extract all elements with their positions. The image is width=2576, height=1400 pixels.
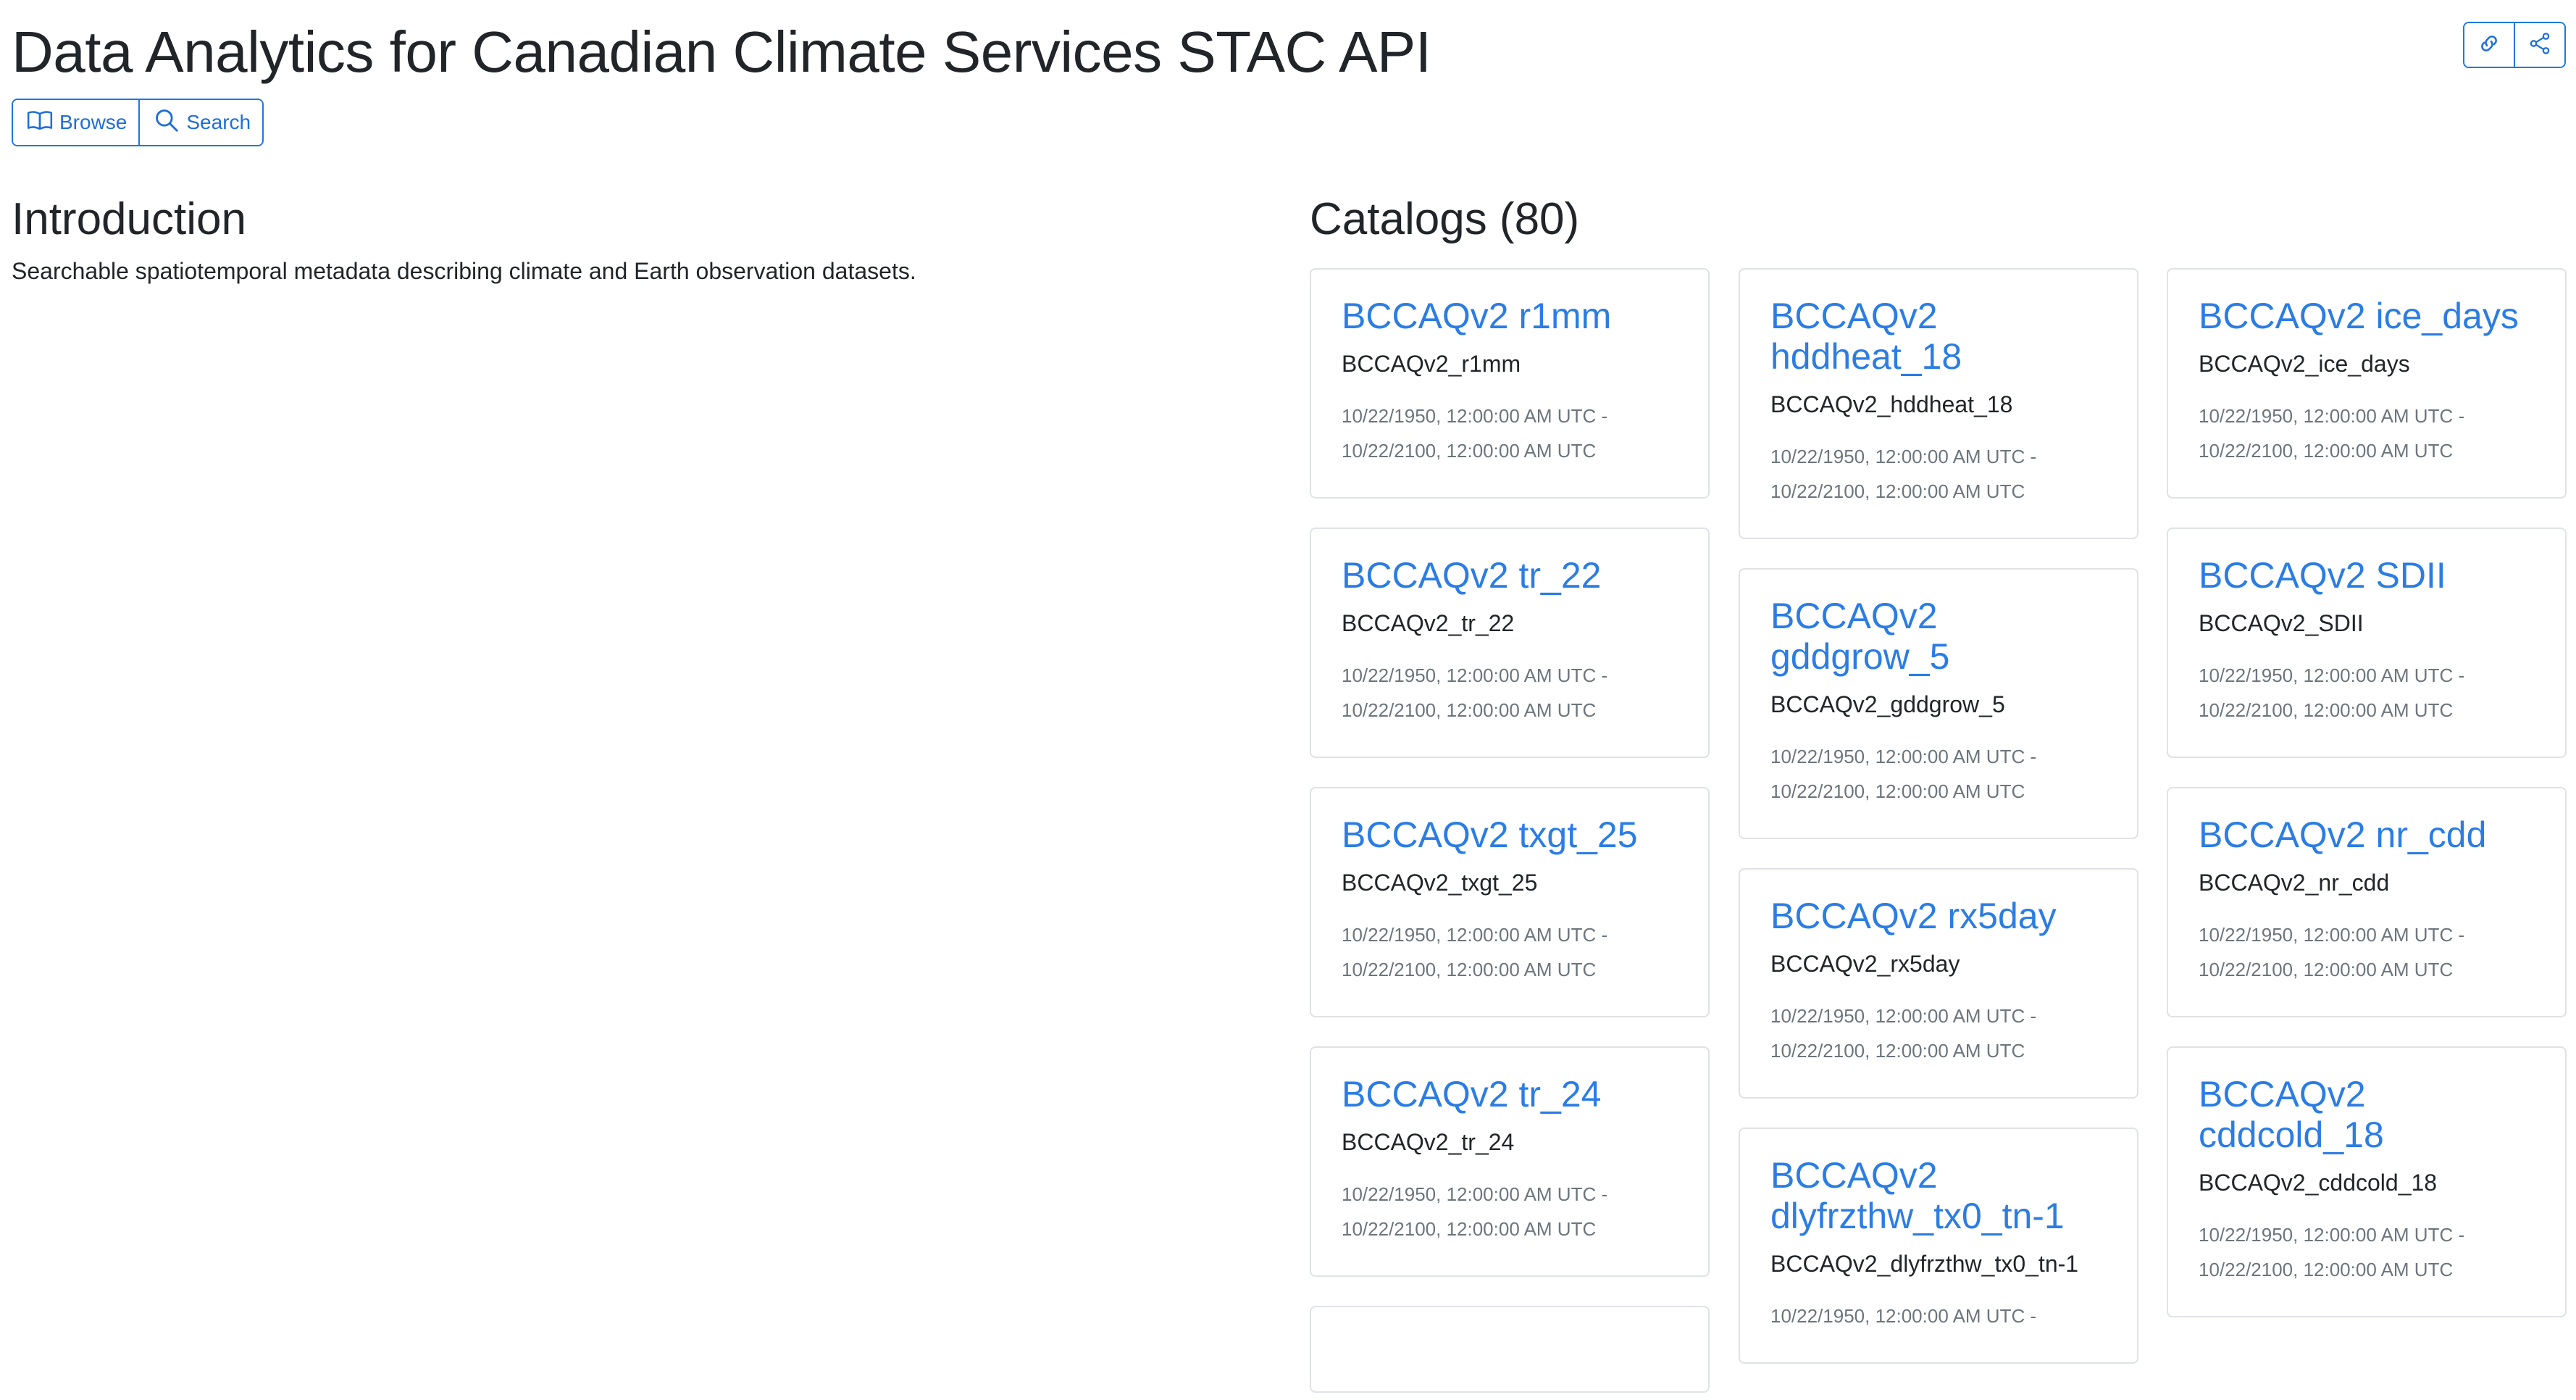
catalog-title-link[interactable]: BCCAQv2 txgt_25: [1342, 814, 1679, 855]
catalog-start-date: 10/22/1950, 12:00:00 AM UTC -: [2199, 924, 2465, 946]
catalog-card[interactable]: BCCAQv2 ice_days BCCAQv2_ice_days 10/22/…: [2167, 268, 2567, 499]
catalog-start-date: 10/22/1950, 12:00:00 AM UTC -: [1342, 924, 1608, 946]
catalog-temporal-extent: 10/22/1950, 12:00:00 AM UTC - 10/22/2100…: [2199, 917, 2536, 987]
search-icon: [153, 107, 180, 139]
catalog-card[interactable]: BCCAQv2 gddgrow_5 BCCAQv2_gddgrow_5 10/2…: [1739, 568, 2138, 839]
link-icon: [2477, 31, 2501, 59]
catalog-start-date: 10/22/1950, 12:00:00 AM UTC -: [1342, 1183, 1608, 1205]
catalog-end-date: 10/22/2100, 12:00:00 AM UTC: [1342, 440, 1597, 462]
page-title: Data Analytics for Canadian Climate Serv…: [12, 20, 1431, 84]
catalog-title-link[interactable]: BCCAQv2 gddgrow_5: [1770, 596, 2108, 677]
catalog-title-link[interactable]: BCCAQv2 r1mm: [1342, 296, 1679, 336]
catalog-card[interactable]: BCCAQv2 rx5day BCCAQv2_rx5day 10/22/1950…: [1739, 868, 2138, 1099]
catalog-temporal-extent: 10/22/1950, 12:00:00 AM UTC - 10/22/2100…: [2199, 658, 2536, 728]
catalog-card[interactable]: BCCAQv2 dlyfrzthw_tx0_tn-1 BCCAQv2_dlyfr…: [1739, 1128, 2138, 1364]
catalog-title-link[interactable]: BCCAQv2 hddheat_18: [1770, 296, 2108, 377]
catalog-column-1: BCCAQv2 r1mm BCCAQv2_r1mm 10/22/1950, 12…: [1310, 268, 1710, 1393]
catalogs-heading: Catalogs (80): [1310, 194, 1580, 244]
catalog-start-date: 10/22/1950, 12:00:00 AM UTC -: [1770, 446, 2037, 467]
catalog-card[interactable]: BCCAQv2 r1mm BCCAQv2_r1mm 10/22/1950, 12…: [1310, 268, 1710, 499]
catalog-id: BCCAQv2_tr_22: [1342, 610, 1515, 636]
catalog-title-link[interactable]: BCCAQv2 tr_24: [1342, 1074, 1679, 1114]
catalog-id: BCCAQv2_ice_days: [2199, 351, 2410, 377]
catalog-start-date: 10/22/1950, 12:00:00 AM UTC -: [1770, 746, 2037, 767]
catalog-column-3: BCCAQv2 ice_days BCCAQv2_ice_days 10/22/…: [2167, 268, 2567, 1317]
catalog-end-date: 10/22/2100, 12:00:00 AM UTC: [1342, 1218, 1597, 1240]
catalog-start-date: 10/22/1950, 12:00:00 AM UTC -: [1342, 405, 1608, 427]
catalog-id: BCCAQv2_hddheat_18: [1770, 391, 2013, 417]
catalog-temporal-extent: 10/22/1950, 12:00:00 AM UTC - 10/22/2100…: [2199, 1217, 2536, 1287]
catalog-start-date: 10/22/1950, 12:00:00 AM UTC -: [2199, 664, 2465, 686]
catalog-id: BCCAQv2_rx5day: [1770, 951, 1960, 977]
catalog-card-partial[interactable]: [1310, 1306, 1710, 1393]
catalog-temporal-extent: 10/22/1950, 12:00:00 AM UTC - 10/22/2100…: [1770, 999, 2108, 1068]
catalog-card[interactable]: BCCAQv2 hddheat_18 BCCAQv2_hddheat_18 10…: [1739, 268, 2138, 539]
catalog-start-date: 10/22/1950, 12:00:00 AM UTC -: [1770, 1005, 2037, 1027]
catalog-card[interactable]: BCCAQv2 nr_cdd BCCAQv2_nr_cdd 10/22/1950…: [2167, 787, 2567, 1017]
copy-link-button[interactable]: [2464, 23, 2514, 67]
intro-heading: Introduction: [12, 194, 246, 244]
catalog-id: BCCAQv2_gddgrow_5: [1770, 691, 2005, 717]
catalog-id: BCCAQv2_SDII: [2199, 610, 2364, 636]
share-button[interactable]: [2514, 23, 2564, 67]
catalog-end-date: 10/22/2100, 12:00:00 AM UTC: [2199, 440, 2454, 462]
catalog-start-date: 10/22/1950, 12:00:00 AM UTC -: [2199, 405, 2465, 427]
catalog-id: BCCAQv2_dlyfrzthw_tx0_tn-1: [1770, 1251, 2079, 1277]
catalog-temporal-extent: 10/22/1950, 12:00:00 AM UTC - 10/22/2100…: [1342, 1177, 1679, 1246]
catalog-temporal-extent: 10/22/1950, 12:00:00 AM UTC -: [1770, 1299, 2108, 1333]
browse-label: Browse: [59, 111, 127, 133]
catalog-temporal-extent: 10/22/1950, 12:00:00 AM UTC - 10/22/2100…: [1342, 399, 1679, 468]
catalog-card[interactable]: BCCAQv2 txgt_25 BCCAQv2_txgt_25 10/22/19…: [1310, 787, 1710, 1017]
catalog-start-date: 10/22/1950, 12:00:00 AM UTC -: [1342, 664, 1608, 686]
catalog-card[interactable]: BCCAQv2 tr_24 BCCAQv2_tr_24 10/22/1950, …: [1310, 1046, 1710, 1277]
catalog-end-date: 10/22/2100, 12:00:00 AM UTC: [2199, 699, 2454, 721]
search-label: Search: [186, 111, 251, 133]
catalog-column-2: BCCAQv2 hddheat_18 BCCAQv2_hddheat_18 10…: [1739, 268, 2138, 1364]
catalog-end-date: 10/22/2100, 12:00:00 AM UTC: [1342, 959, 1597, 980]
catalog-title-link[interactable]: BCCAQv2 dlyfrzthw_tx0_tn-1: [1770, 1155, 2108, 1236]
catalog-end-date: 10/22/2100, 12:00:00 AM UTC: [2199, 959, 2454, 980]
catalog-title-link[interactable]: BCCAQv2 nr_cdd: [2199, 814, 2536, 855]
book-icon: [26, 107, 54, 139]
catalog-temporal-extent: 10/22/1950, 12:00:00 AM UTC - 10/22/2100…: [1770, 439, 2108, 509]
catalog-id: BCCAQv2_tr_24: [1342, 1129, 1515, 1155]
catalog-card[interactable]: BCCAQv2 tr_22 BCCAQv2_tr_22 10/22/1950, …: [1310, 528, 1710, 758]
catalog-end-date: 10/22/2100, 12:00:00 AM UTC: [1770, 780, 2025, 802]
catalog-id: BCCAQv2_nr_cdd: [2199, 870, 2390, 896]
catalog-title-link[interactable]: BCCAQv2 tr_22: [1342, 555, 1679, 596]
catalog-title-link[interactable]: BCCAQv2 rx5day: [1770, 896, 2108, 936]
intro-description: Searchable spatiotemporal metadata descr…: [12, 258, 916, 284]
catalog-end-date: 10/22/2100, 12:00:00 AM UTC: [1770, 480, 2025, 502]
catalog-title-link[interactable]: BCCAQv2 SDII: [2199, 555, 2536, 596]
catalog-id: BCCAQv2_r1mm: [1342, 351, 1521, 377]
catalog-temporal-extent: 10/22/1950, 12:00:00 AM UTC - 10/22/2100…: [1770, 739, 2108, 809]
catalog-end-date: 10/22/2100, 12:00:00 AM UTC: [2199, 1259, 2454, 1280]
catalog-id: BCCAQv2_txgt_25: [1342, 870, 1538, 896]
catalog-card[interactable]: BCCAQv2 SDII BCCAQv2_SDII 10/22/1950, 12…: [2167, 528, 2567, 758]
catalog-temporal-extent: 10/22/1950, 12:00:00 AM UTC - 10/22/2100…: [1342, 658, 1679, 728]
catalog-temporal-extent: 10/22/1950, 12:00:00 AM UTC - 10/22/2100…: [1342, 917, 1679, 987]
catalog-start-date: 10/22/1950, 12:00:00 AM UTC -: [1770, 1305, 2037, 1327]
catalog-temporal-extent: 10/22/1950, 12:00:00 AM UTC - 10/22/2100…: [2199, 399, 2536, 468]
catalog-title-link[interactable]: BCCAQv2 cddcold_18: [2199, 1074, 2536, 1155]
catalog-card[interactable]: BCCAQv2 cddcold_18 BCCAQv2_cddcold_18 10…: [2167, 1046, 2567, 1317]
catalog-end-date: 10/22/2100, 12:00:00 AM UTC: [1342, 699, 1597, 721]
page-tools: [2463, 22, 2566, 68]
catalog-id: BCCAQv2_cddcold_18: [2199, 1170, 2438, 1196]
catalog-title-link[interactable]: BCCAQv2 ice_days: [2199, 296, 2536, 336]
catalog-start-date: 10/22/1950, 12:00:00 AM UTC -: [2199, 1224, 2465, 1246]
share-icon: [2527, 31, 2552, 59]
main-nav: Browse Search: [12, 99, 264, 146]
catalog-end-date: 10/22/2100, 12:00:00 AM UTC: [1770, 1040, 2025, 1062]
search-button[interactable]: Search: [138, 100, 263, 145]
browse-button[interactable]: Browse: [13, 100, 139, 145]
